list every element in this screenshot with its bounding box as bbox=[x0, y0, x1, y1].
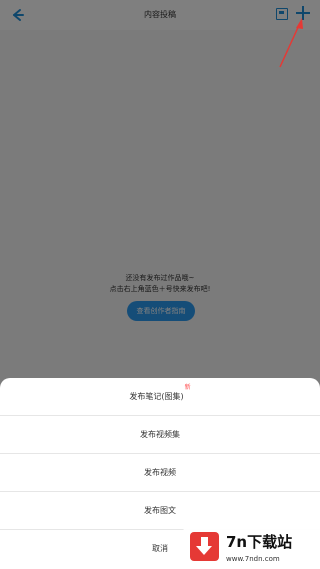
publish-video-option[interactable]: 发布视频 bbox=[0, 454, 320, 492]
publish-note-label: 发布笔记(图集) bbox=[129, 392, 184, 401]
cancel-label: 取消 bbox=[152, 544, 168, 553]
watermark-url: www.7ndn.com bbox=[226, 555, 280, 563]
publish-image-text-option[interactable]: 发布图文 bbox=[0, 492, 320, 530]
publish-image-text-label: 发布图文 bbox=[144, 506, 176, 515]
publish-note-option[interactable]: 发布笔记(图集)新 bbox=[0, 378, 320, 416]
publish-video-collection-label: 发布视频集 bbox=[140, 430, 180, 439]
watermark-title: 7n下载站 bbox=[226, 533, 293, 551]
watermark: 7n下载站 www.7ndn.com bbox=[183, 526, 320, 569]
publish-video-collection-option[interactable]: 发布视频集 bbox=[0, 416, 320, 454]
download-logo-icon bbox=[190, 532, 219, 561]
publish-video-label: 发布视频 bbox=[144, 468, 176, 477]
new-badge: 新 bbox=[184, 384, 191, 391]
